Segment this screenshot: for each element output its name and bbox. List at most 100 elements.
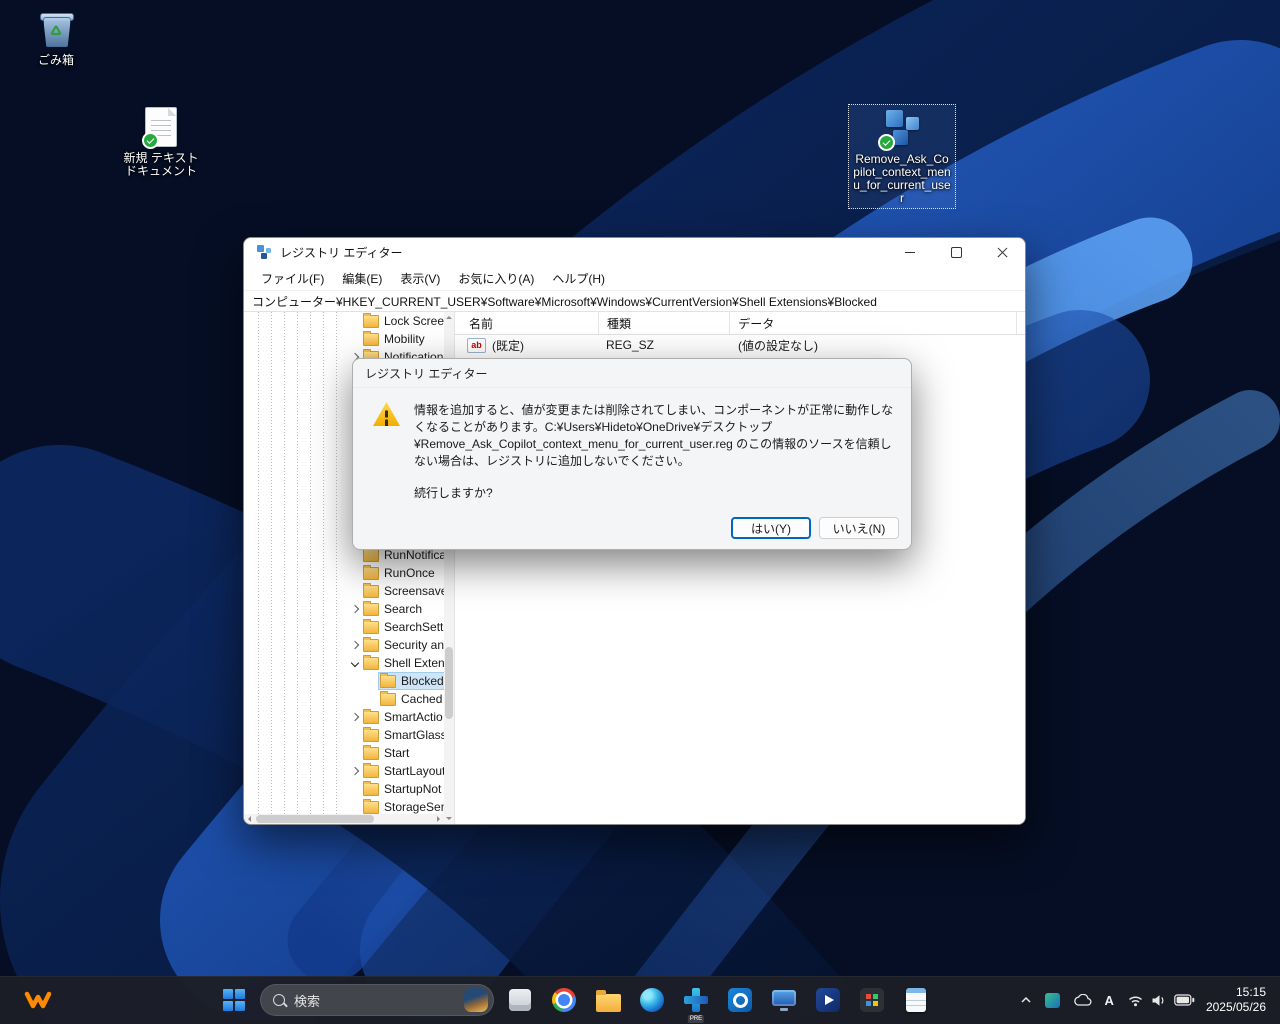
scroll-left-icon[interactable] <box>244 814 254 824</box>
outlook-button[interactable] <box>718 978 762 1022</box>
scrollbar-thumb[interactable] <box>256 815 374 823</box>
maximize-button[interactable] <box>933 238 979 266</box>
taskbar: 検索 PRE A 15:15 2025/05/26 <box>0 976 1280 1024</box>
tree-item[interactable]: SearchSetti <box>244 618 444 636</box>
tree-item[interactable]: StartLayout <box>244 762 444 780</box>
desktop-icon-reg-file[interactable]: Remove_Ask_Copilot_context_menu_for_curr… <box>848 104 956 209</box>
dialog-titlebar[interactable]: レジストリ エディター <box>353 359 911 388</box>
minimize-icon <box>905 251 915 253</box>
tree-chevron-icon[interactable] <box>350 604 360 614</box>
media-player-button[interactable] <box>806 978 850 1022</box>
window-title: レジストリ エディター <box>280 245 403 260</box>
tree-item[interactable]: Blocked <box>244 672 444 690</box>
menu-file[interactable]: ファイル(F) <box>252 267 333 290</box>
menu-favorites[interactable]: お気に入り(A) <box>449 267 543 290</box>
yes-button[interactable]: はい(Y) <box>731 517 811 539</box>
tree-item[interactable]: Shell Extens <box>244 654 444 672</box>
app-grid-button[interactable] <box>850 978 894 1022</box>
folder-icon <box>363 780 379 796</box>
scroll-right-icon[interactable] <box>434 814 444 824</box>
tree-horizontal-scrollbar[interactable] <box>244 814 444 824</box>
file-explorer-button[interactable] <box>586 978 630 1022</box>
maximize-icon <box>950 246 962 258</box>
column-filler <box>1017 312 1025 334</box>
tree-item[interactable]: StartupNot <box>244 780 444 798</box>
desktop-icon-label: 新規 テキスト ドキュメント <box>123 151 199 178</box>
quick-settings-button[interactable] <box>1121 981 1201 1019</box>
tree-chevron-icon[interactable] <box>350 712 360 722</box>
search-box[interactable]: 検索 <box>260 984 494 1016</box>
app-grid-icon <box>860 988 884 1012</box>
clock[interactable]: 15:15 2025/05/26 <box>1202 985 1272 1015</box>
recycle-symbol-icon <box>50 25 62 36</box>
chrome-button[interactable] <box>542 978 586 1022</box>
tree-chevron-icon[interactable] <box>350 766 360 776</box>
window-titlebar[interactable]: レジストリ エディター <box>244 238 1025 266</box>
value-row[interactable]: ab (既定) REG_SZ (値の設定なし) <box>455 335 1025 355</box>
tree-item[interactable]: Screensave <box>244 582 444 600</box>
generic-app-button[interactable] <box>498 978 542 1022</box>
tree-chevron-icon[interactable] <box>350 640 360 650</box>
registry-file-icon <box>878 108 922 151</box>
ime-mode-button[interactable]: A <box>1099 981 1120 1019</box>
tree-item[interactable]: Lock Screen <box>244 312 444 330</box>
recycle-bin-icon <box>36 9 76 49</box>
dialog-question: 続行しますか? <box>414 486 493 500</box>
orange-w-icon[interactable] <box>18 976 58 1024</box>
address-bar[interactable]: コンピューター¥HKEY_CURRENT_USER¥Software¥Micro… <box>244 290 1025 312</box>
no-button[interactable]: いいえ(N) <box>819 517 899 539</box>
scrollbar-thumb[interactable] <box>445 647 453 719</box>
tree-item-label: Security an <box>384 638 444 652</box>
tree-item-label: StorageSen <box>384 800 444 814</box>
folder-icon <box>363 726 379 742</box>
menu-help[interactable]: ヘルプ(H) <box>543 267 614 290</box>
close-button[interactable] <box>979 238 1025 266</box>
folder-icon <box>363 564 379 580</box>
tree-item[interactable]: Security an <box>244 636 444 654</box>
tree-item[interactable]: RunOnce <box>244 564 444 582</box>
folder-icon <box>363 636 379 652</box>
minimize-button[interactable] <box>887 238 933 266</box>
column-type[interactable]: 種類 <box>599 312 731 334</box>
tree-item-label: Search <box>384 602 423 616</box>
menu-view[interactable]: 表示(V) <box>391 267 449 290</box>
regedit-app-icon <box>256 244 272 260</box>
wifi-icon <box>1128 995 1142 1006</box>
media-player-icon <box>816 988 840 1012</box>
menu-edit[interactable]: 編集(E) <box>333 267 391 290</box>
tree-chevron-icon[interactable] <box>350 658 360 668</box>
value-type: REG_SZ <box>606 338 655 352</box>
tree-item[interactable]: SmartGlass <box>244 726 444 744</box>
folder-icon <box>363 744 379 760</box>
desktop-icon-recycle-bin[interactable]: ごみ箱 <box>14 6 98 70</box>
preview-app-button[interactable]: PRE <box>674 978 718 1023</box>
notepad-button[interactable] <box>894 978 938 1022</box>
tree-item-label: Blocked <box>401 674 444 688</box>
tree-item[interactable]: Search <box>244 600 444 618</box>
tree-item-label: StartupNot <box>384 782 442 796</box>
scroll-up-icon[interactable] <box>444 312 454 322</box>
monitor-app-button[interactable] <box>762 978 806 1022</box>
column-name[interactable]: 名前 <box>455 312 600 334</box>
search-highlight-image[interactable] <box>464 988 488 1012</box>
hidden-icons-button[interactable] <box>1014 981 1038 1019</box>
tree-item[interactable]: Cached <box>244 690 444 708</box>
column-data[interactable]: データ <box>730 312 1017 334</box>
windows-logo-icon <box>223 989 245 1011</box>
folder-icon <box>363 762 379 778</box>
tray-app-button[interactable] <box>1039 981 1066 1019</box>
start-button[interactable] <box>212 978 256 1022</box>
tree-item-label: SmartActio <box>384 710 443 724</box>
onedrive-synced-icon <box>142 132 159 149</box>
desktop-icon-new-text-document[interactable]: 新規 テキスト ドキュメント <box>116 104 206 181</box>
tree-item[interactable]: SmartActio <box>244 708 444 726</box>
plus-app-icon <box>684 988 708 1012</box>
edge-button[interactable] <box>630 978 674 1022</box>
desktop-icon-label: ごみ箱 <box>37 53 74 67</box>
onedrive-button[interactable] <box>1067 981 1098 1019</box>
scroll-down-icon[interactable] <box>444 814 454 824</box>
tree-item-label: Start <box>384 746 410 760</box>
tree-item[interactable]: Mobility <box>244 330 444 348</box>
tree-item-label: Shell Extens <box>384 656 444 670</box>
tree-item[interactable]: Start <box>244 744 444 762</box>
